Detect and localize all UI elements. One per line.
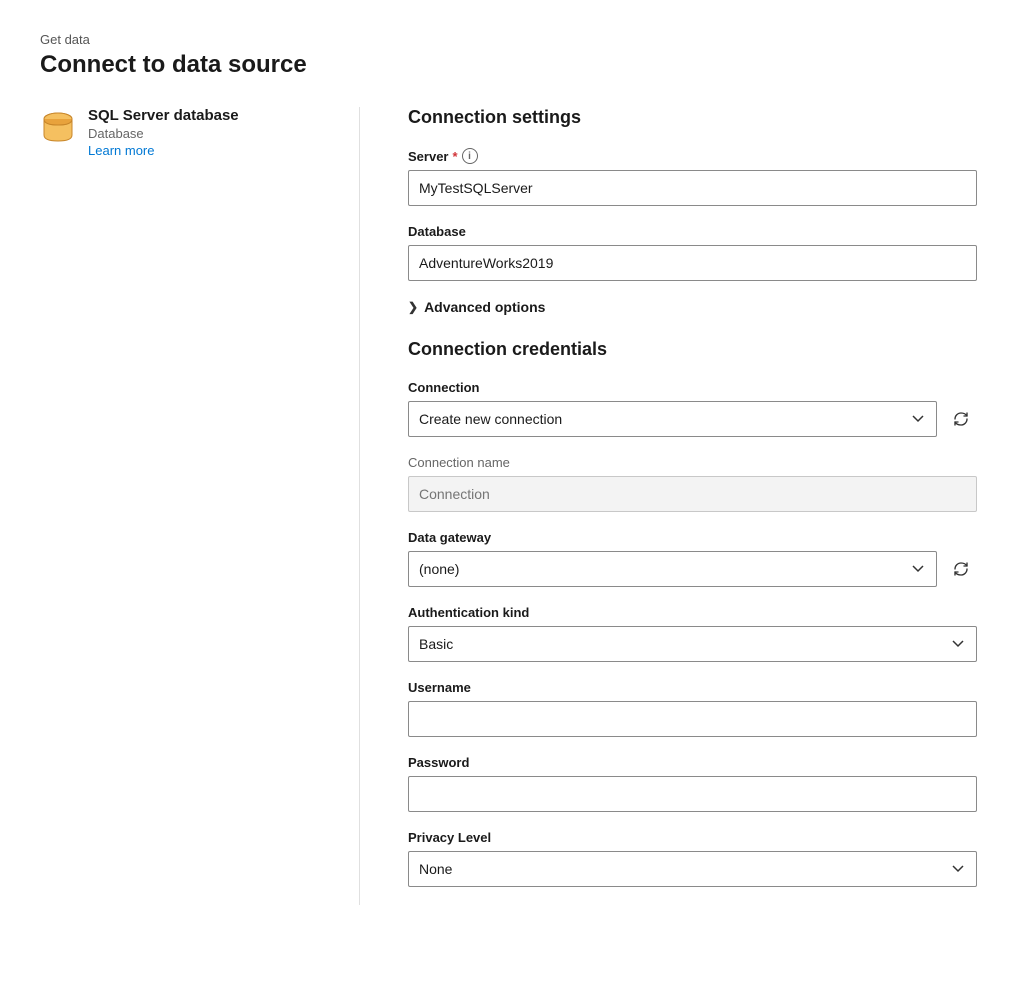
connection-field-group: Connection Create new connection: [408, 380, 977, 437]
server-field-group: Server * i: [408, 148, 977, 206]
data-gateway-field-group: Data gateway (none): [408, 530, 977, 587]
username-field-group: Username: [408, 680, 977, 737]
connection-label: Connection: [408, 380, 977, 395]
refresh-icon: [952, 410, 970, 428]
sidebar: SQL Server database Database Learn more: [40, 107, 360, 905]
data-gateway-select[interactable]: (none): [408, 551, 937, 587]
data-gateway-dropdown-wrapper: (none): [408, 551, 977, 587]
auth-kind-field-group: Authentication kind Basic Windows OAuth2: [408, 605, 977, 662]
privacy-level-label: Privacy Level: [408, 830, 977, 845]
sidebar-item-subtitle: Database: [88, 126, 239, 141]
connection-refresh-button[interactable]: [945, 403, 977, 435]
data-gateway-label: Data gateway: [408, 530, 977, 545]
username-label: Username: [408, 680, 977, 695]
connection-name-field-group: Connection name: [408, 455, 977, 512]
auth-kind-select[interactable]: Basic Windows OAuth2: [408, 626, 977, 662]
database-field-group: Database: [408, 224, 977, 281]
connection-name-input[interactable]: [408, 476, 977, 512]
connection-settings-title: Connection settings: [408, 107, 977, 128]
database-input[interactable]: [408, 245, 977, 281]
password-label: Password: [408, 755, 977, 770]
content-area: Connection settings Server * i Database …: [360, 107, 977, 905]
page-title: Connect to data source: [40, 51, 977, 79]
auth-kind-label: Authentication kind: [408, 605, 977, 620]
connection-settings-section: Connection settings Server * i Database …: [408, 107, 977, 315]
privacy-level-select[interactable]: None Public Organizational Private: [408, 851, 977, 887]
username-input[interactable]: [408, 701, 977, 737]
sidebar-item-title: SQL Server database: [88, 107, 239, 124]
data-gateway-refresh-button[interactable]: [945, 553, 977, 585]
required-indicator: *: [452, 149, 457, 164]
database-label: Database: [408, 224, 977, 239]
connection-dropdown-wrapper: Create new connection: [408, 401, 977, 437]
main-layout: SQL Server database Database Learn more …: [40, 107, 977, 905]
refresh-icon: [952, 560, 970, 578]
privacy-level-field-group: Privacy Level None Public Organizational…: [408, 830, 977, 887]
password-field-group: Password: [408, 755, 977, 812]
server-label: Server * i: [408, 148, 977, 164]
connection-name-label: Connection name: [408, 455, 977, 470]
connection-select[interactable]: Create new connection: [408, 401, 937, 437]
password-input[interactable]: [408, 776, 977, 812]
learn-more-link[interactable]: Learn more: [88, 143, 239, 158]
breadcrumb: Get data: [40, 32, 977, 47]
server-input[interactable]: [408, 170, 977, 206]
server-info-icon[interactable]: i: [462, 148, 478, 164]
connection-credentials-section: Connection credentials Connection Create…: [408, 339, 977, 887]
connection-credentials-title: Connection credentials: [408, 339, 977, 360]
advanced-options-toggle[interactable]: ❯ Advanced options: [408, 299, 977, 315]
database-icon: [40, 109, 76, 145]
sidebar-text: SQL Server database Database Learn more: [88, 107, 239, 158]
chevron-right-icon: ❯: [408, 300, 418, 314]
sidebar-item: SQL Server database Database Learn more: [40, 107, 319, 158]
page-container: Get data Connect to data source SQL Serv…: [0, 0, 1017, 937]
